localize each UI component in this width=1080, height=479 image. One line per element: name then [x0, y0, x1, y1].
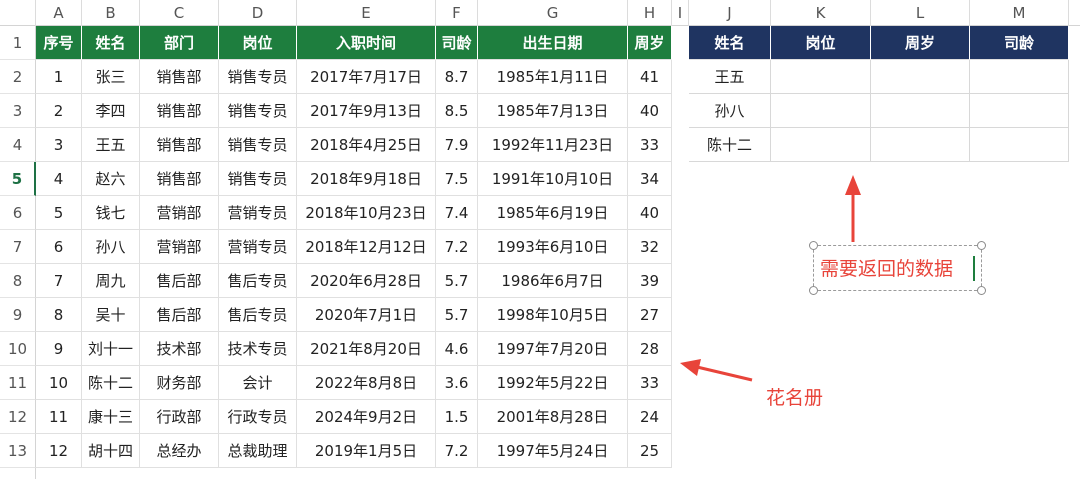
- resize-handle-top-left[interactable]: [809, 241, 818, 250]
- arrow-up-icon: [845, 175, 861, 242]
- text-cursor: [973, 256, 975, 281]
- resize-handle-top-right[interactable]: [977, 241, 986, 250]
- resize-handle-bottom-right[interactable]: [977, 286, 986, 295]
- resize-handle-bottom-left[interactable]: [809, 286, 818, 295]
- annotation-textbox[interactable]: 需要返回的数据: [809, 241, 986, 295]
- roster-label: 花名册: [766, 387, 824, 409]
- annotation-arrows: [680, 175, 861, 382]
- arrow-left-icon: [680, 359, 753, 382]
- textbox-text: 需要返回的数据: [820, 258, 954, 280]
